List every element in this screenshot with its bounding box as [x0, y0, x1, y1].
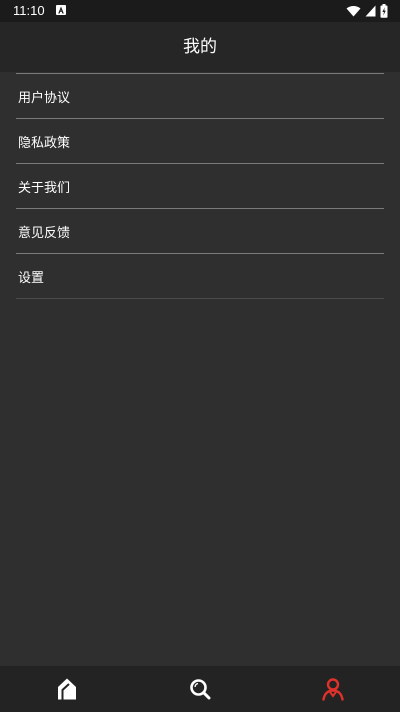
- home-icon: [56, 677, 78, 701]
- cell-signal-icon: [365, 5, 376, 17]
- battery-icon: [380, 4, 388, 18]
- page-title: 我的: [183, 37, 217, 57]
- nav-tab-profile[interactable]: [267, 666, 400, 712]
- menu-item-settings[interactable]: 设置: [16, 254, 384, 299]
- menu-item-privacy-policy[interactable]: 隐私政策: [16, 119, 384, 164]
- app-bar: 我的: [0, 22, 400, 72]
- nav-tab-home[interactable]: [0, 666, 133, 712]
- notification-a-icon: [56, 5, 66, 15]
- menu-item-feedback[interactable]: 意见反馈: [16, 209, 384, 254]
- menu-item-about-us[interactable]: 关于我们: [16, 164, 384, 209]
- nav-tab-search[interactable]: [133, 666, 266, 712]
- menu-item-user-agreement[interactable]: 用户协议: [16, 74, 384, 119]
- status-bar: 11:10: [0, 0, 400, 22]
- bottom-nav: [0, 666, 400, 712]
- profile-icon: [321, 677, 345, 701]
- status-indicators: [346, 4, 388, 18]
- wifi-icon: [346, 5, 361, 17]
- settings-menu-list: 用户协议 隐私政策 关于我们 意见反馈 设置: [16, 73, 384, 299]
- search-icon: [189, 678, 211, 700]
- status-time: 11:10: [13, 3, 45, 18]
